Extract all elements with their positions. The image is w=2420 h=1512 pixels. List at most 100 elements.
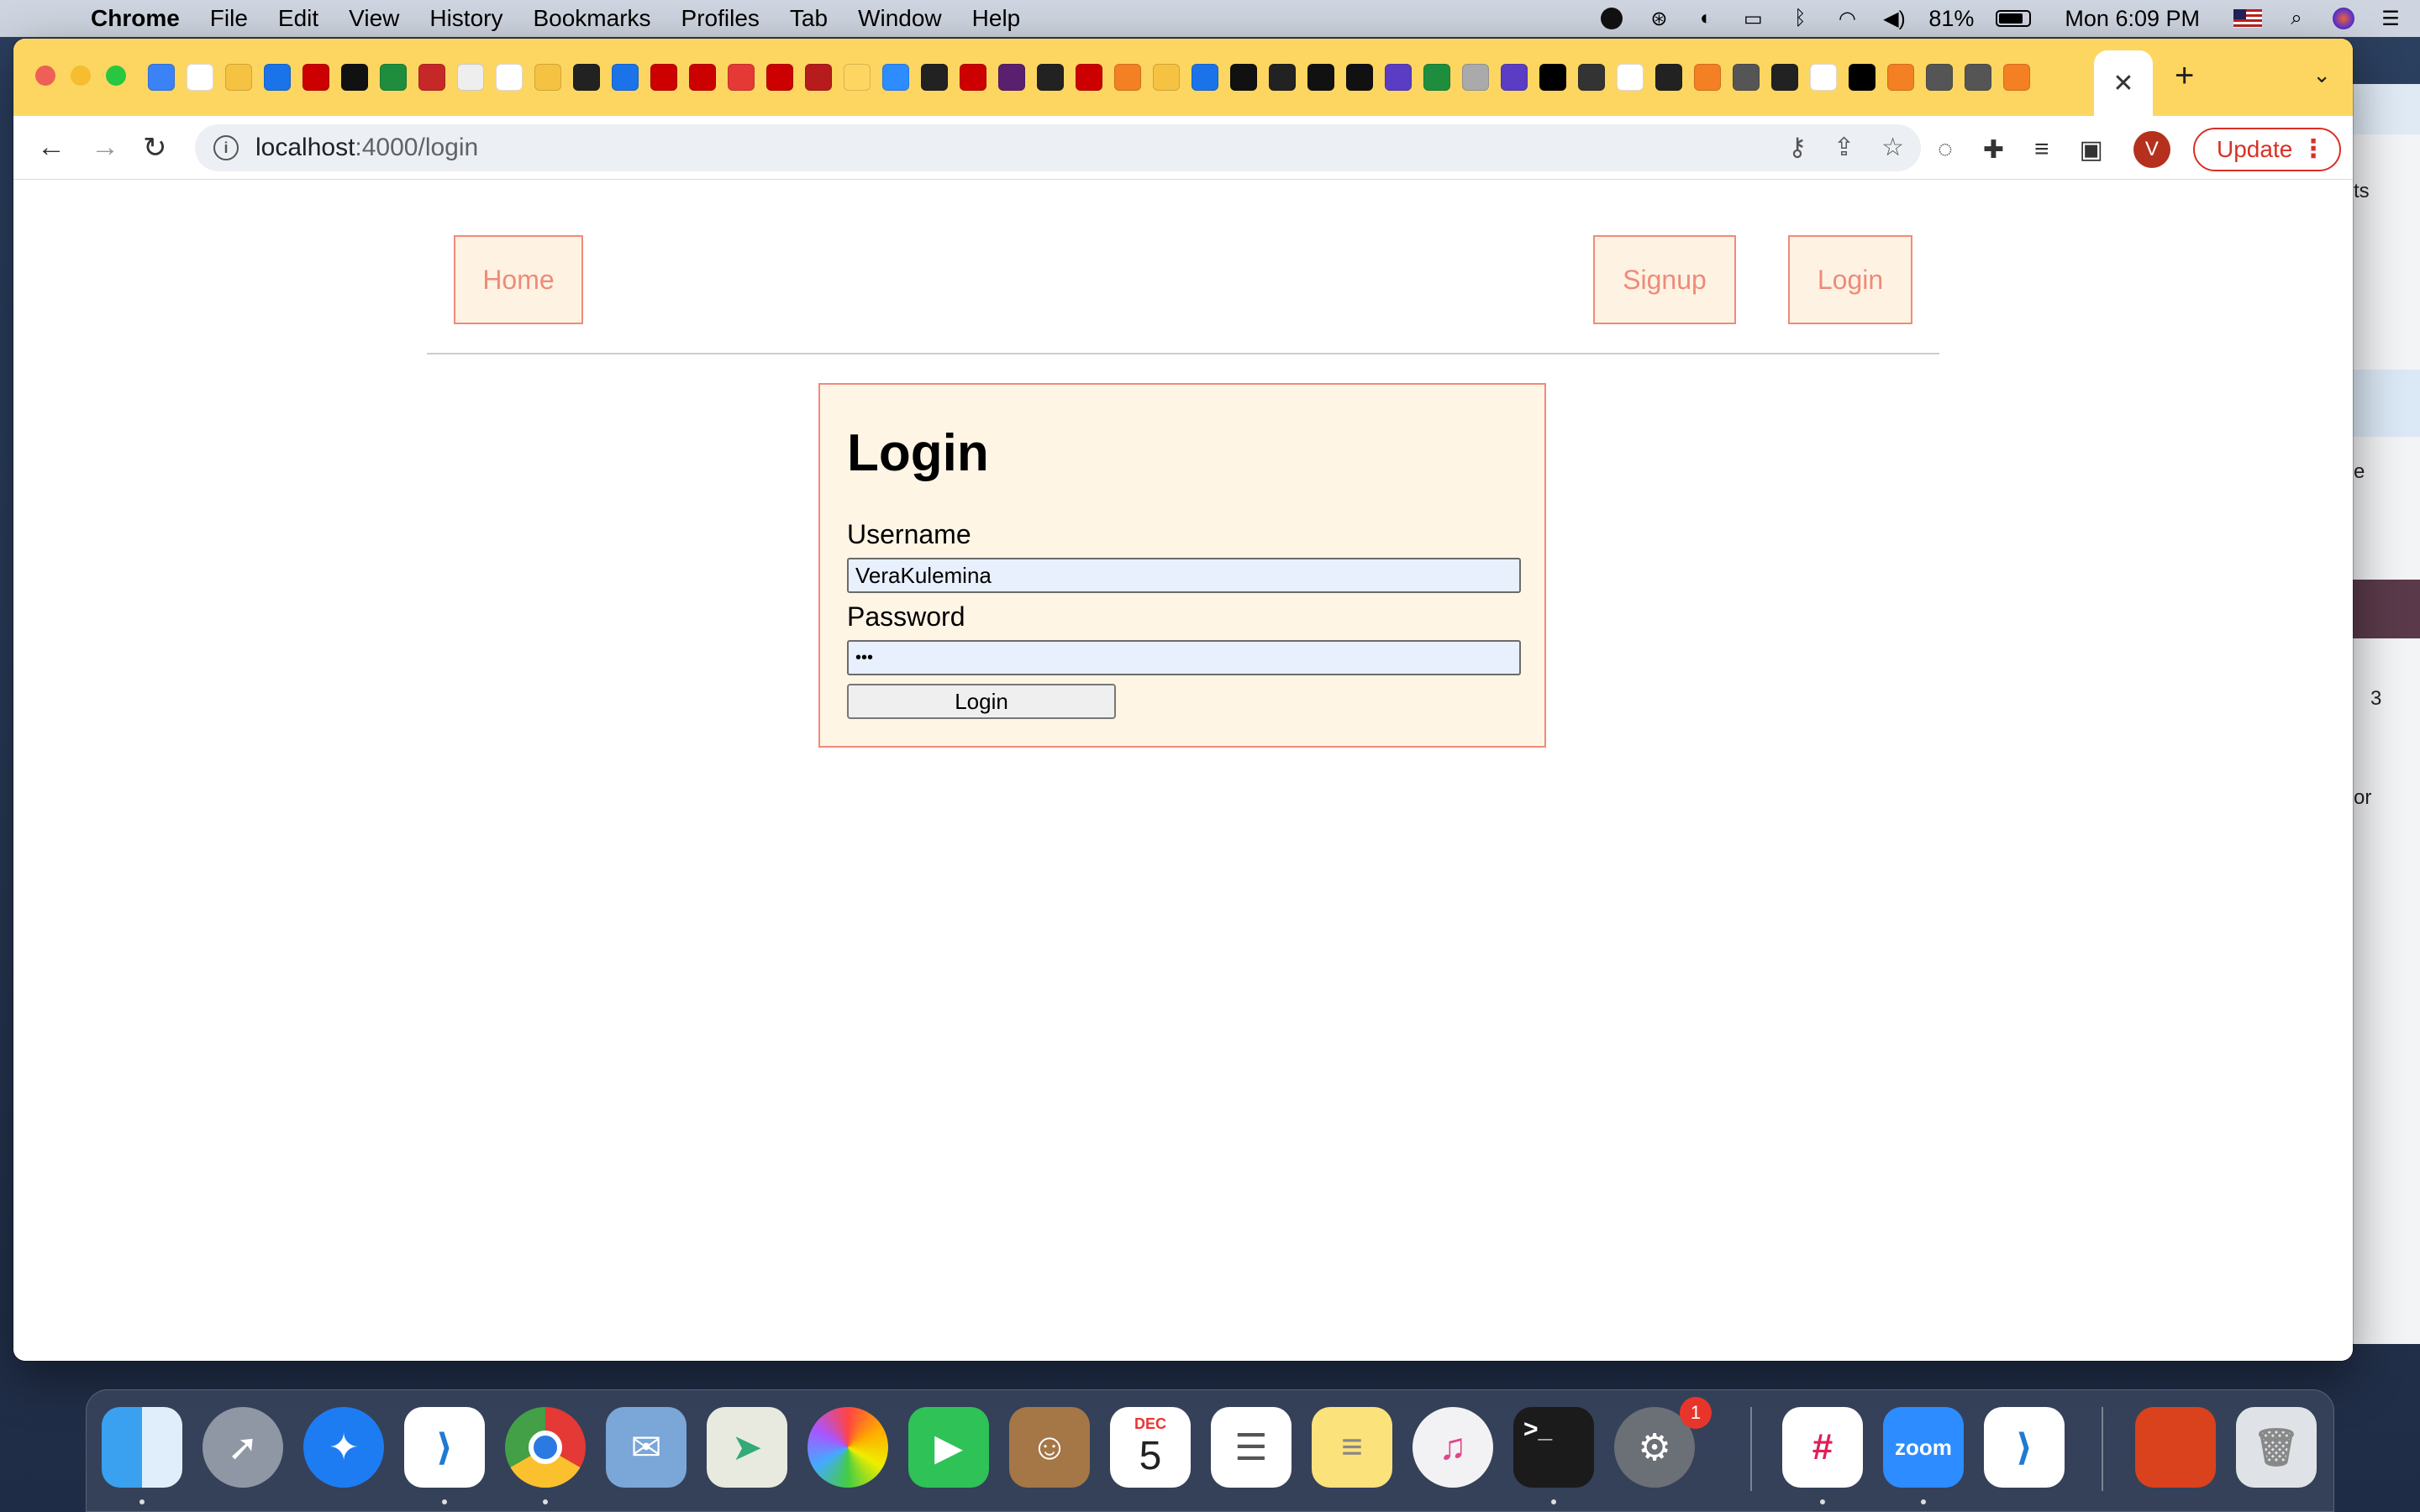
reload-icon[interactable]: ↻ [143,131,167,165]
safari-icon[interactable]: ✦ [303,1407,384,1488]
pinned-tab-favicon[interactable] [187,64,213,91]
share-icon[interactable]: ⇪ [1833,133,1854,162]
site-info-icon[interactable]: i [213,135,239,160]
forward-icon[interactable]: → [91,131,119,164]
nav-home-link[interactable]: Home [454,235,583,324]
pinned-tab-favicon[interactable] [1849,64,1876,91]
tab-close-icon[interactable]: ✕ [2112,69,2133,98]
extension-icon[interactable]: ◌ [1938,135,1953,164]
pinned-tab-favicon[interactable] [1501,64,1528,91]
pinned-tab-favicon[interactable] [573,64,600,91]
back-icon[interactable]: ← [37,131,66,164]
active-tab[interactable]: ✕ [2094,50,2153,116]
pinned-tab-favicon[interactable] [496,64,523,91]
terminal-icon[interactable]: >_ [1513,1407,1594,1488]
menu-window[interactable]: Window [858,5,942,32]
pinned-tab-favicon[interactable] [1076,64,1102,91]
pinned-tab-favicon[interactable] [844,64,871,91]
pinned-tab-favicon[interactable] [1578,64,1605,91]
pinned-tab-favicon[interactable] [1230,64,1257,91]
pinned-tab-favicon[interactable] [1269,64,1296,91]
zoom-status-icon[interactable] [1599,7,1624,30]
input-source-flag-icon[interactable] [2233,9,2262,28]
pinned-tab-favicon[interactable] [1771,64,1798,91]
facetime-icon[interactable]: ▶ [908,1407,989,1488]
zoom-window-button[interactable] [106,66,126,86]
pinned-tab-favicon[interactable] [1655,64,1682,91]
pinned-tab-favicon[interactable] [921,64,948,91]
pinned-tab-favicon[interactable] [534,64,561,91]
pinned-tab-favicon[interactable] [1887,64,1914,91]
bluetooth-icon[interactable]: ᛒ [1787,7,1812,30]
zoom-app-icon[interactable]: zoom [1883,1407,1964,1488]
pinned-tab-favicon[interactable] [1346,64,1373,91]
pinned-tab-favicon[interactable] [1462,64,1489,91]
pinned-tab-favicon[interactable] [1733,64,1760,91]
new-tab-button[interactable]: + [2175,57,2194,95]
calendar-icon[interactable]: DEC 5 [1110,1407,1191,1488]
slack-icon[interactable]: # [1782,1407,1863,1488]
volume-icon[interactable]: ◀) [1881,7,1907,30]
menu-bookmarks[interactable]: Bookmarks [533,5,650,32]
vscode-icon[interactable]: ⟩ [404,1407,485,1488]
more-menu-icon[interactable]: ⋮ [2301,134,2326,164]
menu-history[interactable]: History [429,5,502,32]
pinned-tab-favicon[interactable] [380,64,407,91]
pinned-tab-favicon[interactable] [1810,64,1837,91]
mail-icon[interactable]: ✉ [606,1407,687,1488]
pinned-tab-favicon[interactable] [341,64,368,91]
pinned-tab-favicon[interactable] [1617,64,1644,91]
address-bar[interactable]: i localhost:4000/login ⚷ ⇪ ☆ [195,124,1921,171]
pinned-tab-favicon[interactable] [1192,64,1218,91]
vscode-insiders-icon[interactable]: ⟩ [1984,1407,2065,1488]
pinned-tab-favicon[interactable] [1926,64,1953,91]
pinned-tab-favicon[interactable] [148,64,175,91]
pinned-tab-favicon[interactable] [418,64,445,91]
pinned-tab-favicon[interactable] [882,64,909,91]
media-control-icon[interactable]: ≡ [2034,135,2049,164]
password-key-icon[interactable]: ⚷ [1788,133,1807,162]
nav-login-link[interactable]: Login [1788,235,1912,324]
menu-help[interactable]: Help [972,5,1021,32]
chrome-icon[interactable] [505,1407,586,1488]
menu-edit[interactable]: Edit [278,5,318,32]
pinned-tab-favicon[interactable] [728,64,755,91]
battery-icon[interactable] [1996,10,2032,27]
pinned-tab-favicon[interactable] [998,64,1025,91]
clock[interactable]: Mon 6:09 PM [2065,6,2200,32]
nav-signup-link[interactable]: Signup [1593,235,1736,324]
bookmark-star-icon[interactable]: ☆ [1881,133,1904,162]
pinned-tab-favicon[interactable] [302,64,329,91]
pinned-tab-favicon[interactable] [2003,64,2030,91]
downloads-stack-icon[interactable] [2135,1407,2216,1488]
menu-file[interactable]: File [210,5,248,32]
pinned-tab-favicon[interactable] [650,64,677,91]
tab-search-chevron-icon[interactable]: ⌄ [2312,62,2331,88]
pinned-tab-favicon[interactable] [457,64,484,91]
launchpad-icon[interactable]: ➚ [203,1407,283,1488]
contacts-icon[interactable]: ☺ [1009,1407,1090,1488]
pinned-tab-favicon[interactable] [225,64,252,91]
reminders-icon[interactable]: ☰ [1211,1407,1292,1488]
login-submit-button[interactable]: Login [847,684,1116,719]
pinned-tab-favicon[interactable] [1114,64,1141,91]
pinned-tab-favicon[interactable] [1694,64,1721,91]
maps-icon[interactable]: ➤ [707,1407,787,1488]
photos-icon[interactable] [808,1407,888,1488]
pinned-tab-favicon[interactable] [1385,64,1412,91]
pinned-tab-favicon[interactable] [960,64,986,91]
pinned-tab-favicon[interactable] [1153,64,1180,91]
extensions-puzzle-icon[interactable]: ✚ [1983,135,2004,165]
menu-view[interactable]: View [349,5,399,32]
pinned-tab-favicon[interactable] [766,64,793,91]
pinned-tab-favicon[interactable] [1423,64,1450,91]
menu-profiles[interactable]: Profiles [681,5,760,32]
pinned-tab-favicon[interactable] [1539,64,1566,91]
notes-icon[interactable]: ≡ [1312,1407,1392,1488]
spotlight-search-icon[interactable]: ⌕ [2284,7,2309,30]
password-input[interactable]: ••• [847,640,1521,675]
update-button[interactable]: Update ⋮ [2193,128,2341,171]
profile-avatar[interactable]: V [2133,131,2170,168]
pinned-tab-favicon[interactable] [1965,64,1991,91]
menu-tab[interactable]: Tab [790,5,828,32]
